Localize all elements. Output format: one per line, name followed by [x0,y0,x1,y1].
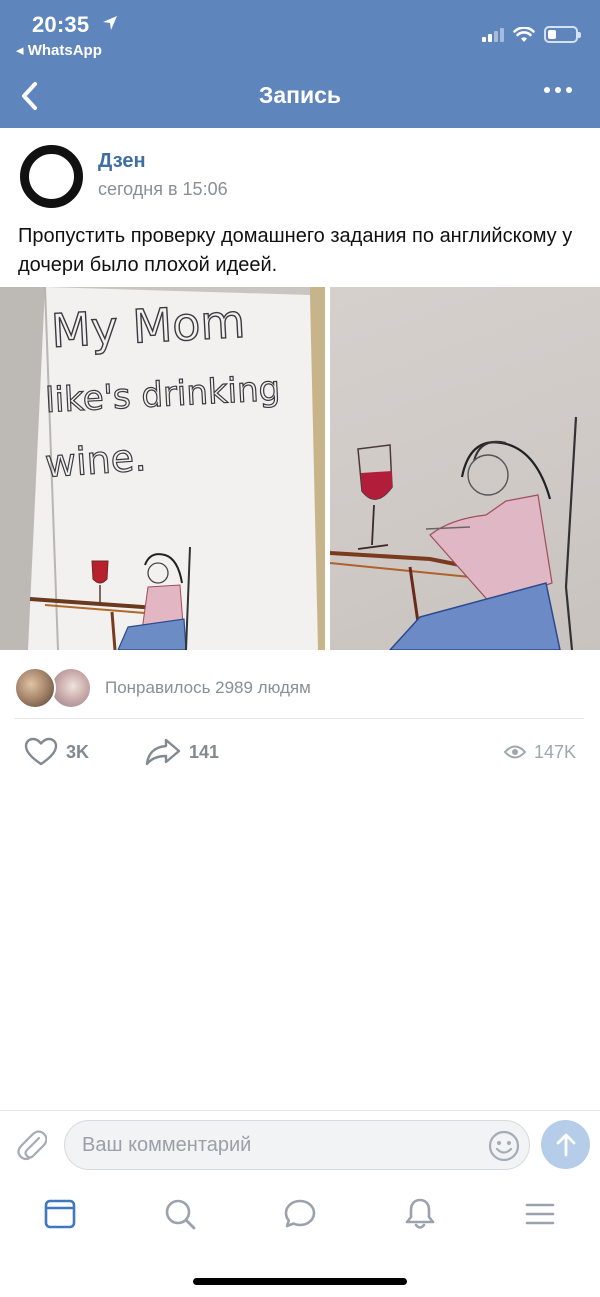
attach-button[interactable] [17,1128,48,1167]
views-count: 147K [533,741,576,762]
bell-icon [405,1198,435,1229]
share-arrow-icon [145,738,181,766]
search-icon [165,1199,196,1230]
paperclip-icon [17,1130,48,1161]
like-button[interactable]: 3K [24,736,89,768]
tab-search[interactable] [160,1194,200,1234]
menu-icon [525,1203,555,1225]
app-header: 20:35 ◂ WhatsApp Запись [0,0,600,128]
cellular-signal-icon [482,27,504,42]
likes-count: 3K [66,741,90,762]
tab-bar [0,1180,600,1248]
status-indicators [482,26,581,43]
back-to-app-link[interactable]: ◂ WhatsApp [16,41,102,59]
tab-news[interactable] [40,1194,80,1234]
author-avatar[interactable] [20,145,83,208]
share-button[interactable]: 141 [145,736,219,768]
comment-bar: Ваш комментарий [0,1110,600,1180]
avatar [50,667,92,709]
send-button[interactable] [541,1120,590,1169]
chat-icon [284,1199,316,1228]
tab-notifications[interactable] [400,1194,440,1234]
likes-summary[interactable]: Понравилось 2989 людям [105,678,311,698]
drawing-caption-line-3: wine. [44,435,148,486]
more-dots-icon[interactable] [544,87,572,93]
author-name[interactable]: Дзен [98,150,146,173]
wifi-icon [513,26,535,42]
page-title: Запись [258,82,342,108]
post-photo-1[interactable]: My Mom like's drinking wine. [0,287,325,650]
views-counter: 147K [503,736,576,768]
avatar [14,667,56,709]
comment-placeholder: Ваш комментарий [82,1134,252,1156]
location-arrow-icon [103,16,117,30]
tab-menu[interactable] [520,1194,560,1234]
post-timestamp: сегодня в 15:06 [98,179,228,199]
comment-input[interactable]: Ваш комментарий [64,1120,530,1170]
eye-icon [503,745,526,759]
child-drawing-full: My Mom like's drinking wine. [0,287,325,650]
post-photo-2[interactable] [330,287,600,650]
shares-count: 141 [189,741,220,762]
tab-messages[interactable] [280,1194,320,1234]
feed-icon [44,1199,76,1229]
drawing-caption-line-1: My Mom [50,294,247,358]
post-text: Пропустить проверку домашнего задания по… [18,225,573,276]
child-drawing-closeup [330,416,578,650]
send-arrow-icon [556,1133,575,1156]
home-indicator[interactable] [193,1278,407,1285]
divider [14,718,584,719]
heart-icon [24,737,58,766]
likers-avatars[interactable] [14,667,94,709]
smile-icon[interactable] [488,1130,520,1162]
battery-icon [544,26,581,43]
status-time: 20:35 [32,12,90,37]
